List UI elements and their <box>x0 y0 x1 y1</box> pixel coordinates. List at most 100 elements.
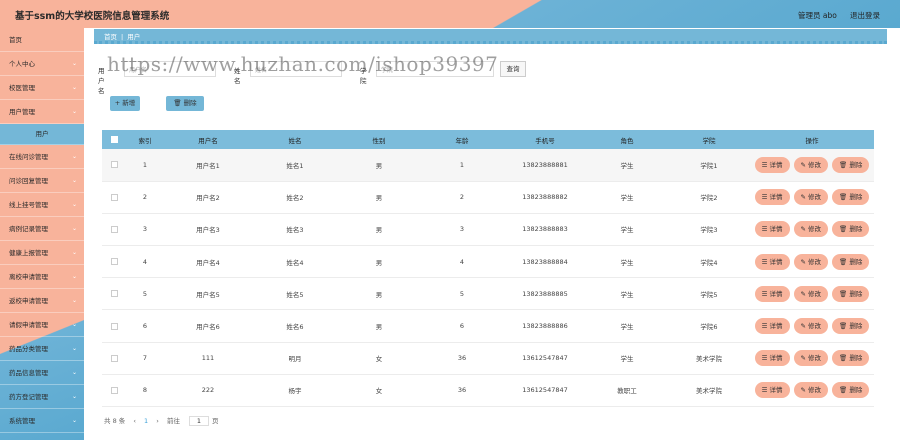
chevron-down-icon: ⌄ <box>71 369 77 376</box>
detail-button[interactable]: ☰ 详情 <box>754 156 790 173</box>
query-button[interactable]: 查询 <box>500 61 526 77</box>
sidebar-item[interactable]: 返校申请管理 ⌄ <box>0 289 84 313</box>
edit-button[interactable]: ✎ 修改 <box>793 221 829 238</box>
current-page[interactable]: 1 <box>144 417 148 425</box>
table-header-row: 索引 用户名 姓名 性别 年龄 手机号 角色 学院 操作 <box>102 130 874 149</box>
sidebar-item[interactable]: 个人中心 ⌄ <box>0 52 84 76</box>
row-select-cell[interactable] <box>102 374 126 408</box>
table-cell: 111 <box>164 342 252 375</box>
sidebar-item-label: 药方登记管理 <box>9 393 48 401</box>
delete-button[interactable]: 🗑 删除 <box>832 318 870 335</box>
delete-button[interactable]: 🗑 删除 <box>832 221 870 238</box>
breadcrumb-home[interactable]: 首页 <box>104 33 117 41</box>
delete-button[interactable]: 🗑 删除 <box>832 156 870 173</box>
goto-page-input[interactable]: 1 <box>188 416 209 426</box>
sidebar-item-label: 用户 <box>35 130 49 138</box>
sidebar-item[interactable]: 首页 <box>0 28 84 52</box>
column-header: 操作 <box>750 130 874 149</box>
sidebar-item[interactable]: 用户 <box>0 124 84 145</box>
edit-button[interactable]: ✎ 修改 <box>793 285 829 302</box>
chevron-down-icon: ⌄ <box>71 297 77 304</box>
college-search-input[interactable]: 学院 <box>376 61 494 77</box>
username-search-input[interactable]: 用户名 <box>124 61 216 77</box>
table-row[interactable]: 1 用户名1 姓名1 男 1 13823888881 学生 学院1 ☰ 详情 ✎ 修改 🗑 删除 <box>102 149 874 182</box>
table-row[interactable]: 2 用户名2 姓名2 男 2 13823888882 学生 学院2 ☰ 详情 ✎ 修改 🗑 删除 <box>102 181 874 214</box>
row-checkbox[interactable] <box>110 322 118 330</box>
column-header: 用户名 <box>164 130 252 149</box>
edit-button[interactable]: ✎ 修改 <box>793 318 829 335</box>
delete-button[interactable]: 🗑 删除 <box>832 382 870 399</box>
sidebar-item[interactable]: 问诊回复管理 ⌄ <box>0 169 84 193</box>
sidebar-item[interactable]: 用户管理 ⌄ <box>0 100 84 124</box>
sidebar-item[interactable]: 药品信息管理 ⌄ <box>0 361 84 385</box>
row-actions: ☰ 详情 ✎ 修改 🗑 删除 <box>750 374 874 408</box>
row-select-cell[interactable] <box>102 245 126 279</box>
table-row[interactable]: 8 222 杨宇女 36 13612547847 教职工 美术学院 ☰ 详情 ✎ 修改 🗑 删除 <box>102 374 874 408</box>
table-cell: 姓名2 <box>252 181 338 214</box>
row-checkbox[interactable] <box>110 354 118 362</box>
detail-button[interactable]: ☰ 详情 <box>754 318 790 335</box>
table-cell: 男 <box>338 213 420 247</box>
sidebar-item[interactable]: 药品分类管理 ⌄ <box>0 337 84 361</box>
edit-button[interactable]: ✎ 修改 <box>793 382 829 399</box>
row-checkbox[interactable] <box>110 386 118 394</box>
logout-link[interactable]: 退出登录 <box>850 10 880 21</box>
next-page-button[interactable]: › <box>156 417 159 425</box>
sidebar-item[interactable]: 健康上报管理 ⌄ <box>0 241 84 265</box>
sidebar-item[interactable]: 在线问诊管理 ⌄ <box>0 145 84 169</box>
select-all-checkbox[interactable] <box>110 136 118 143</box>
sidebar-item[interactable]: 病例记录管理 ⌄ <box>0 217 84 241</box>
edit-button[interactable]: ✎ 修改 <box>793 350 829 367</box>
row-select-cell[interactable] <box>102 213 126 247</box>
row-checkbox[interactable] <box>110 161 118 169</box>
row-checkbox[interactable] <box>110 258 118 266</box>
table-cell: 2 <box>126 181 164 214</box>
table-row[interactable]: 5 用户名5 姓名5 男 5 13823888885 学生 学院5 ☰ 详情 ✎ 修改 🗑 删除 <box>102 277 874 311</box>
table-cell: 3 <box>420 213 504 247</box>
add-button[interactable]: + 新增 <box>110 96 140 111</box>
prev-page-button[interactable]: ‹ <box>133 417 136 425</box>
sidebar-item-label: 线上挂号管理 <box>9 201 48 209</box>
row-select-cell[interactable] <box>102 181 126 214</box>
delete-button[interactable]: 🗑 删除 <box>832 285 870 302</box>
sidebar-item[interactable]: 校医管理 ⌄ <box>0 76 84 100</box>
edit-button[interactable]: ✎ 修改 <box>793 156 829 173</box>
sidebar-item[interactable]: 系统管理 ⌄ <box>0 409 84 433</box>
row-checkbox[interactable] <box>110 193 118 201</box>
row-select-cell[interactable] <box>102 149 126 182</box>
detail-button[interactable]: ☰ 详情 <box>754 285 790 302</box>
detail-button[interactable]: ☰ 详情 <box>754 221 790 238</box>
sidebar-item[interactable]: 药方登记管理 ⌄ <box>0 385 84 409</box>
table-row[interactable]: 3 用户名3 姓名3 男 3 13823888883 学生 学院3 ☰ 详情 ✎ 修改 🗑 删除 <box>102 213 874 247</box>
table-cell: 姓名5 <box>252 277 338 311</box>
delete-button[interactable]: 🗑 删除 <box>832 350 870 367</box>
detail-button[interactable]: ☰ 详情 <box>754 253 790 270</box>
table-row[interactable]: 6 用户名6 姓名6 男 6 13823888886 学生 学院6 ☰ 详情 ✎ 修改 🗑 删除 <box>102 309 874 343</box>
row-checkbox[interactable] <box>110 290 118 298</box>
table-cell: 学院5 <box>668 277 750 311</box>
sidebar-item[interactable]: 离校申请管理 ⌄ <box>0 265 84 289</box>
table-row[interactable]: 4 用户名4 姓名4 男 4 13823888884 学生 学院4 ☰ 详情 ✎ 修改 🗑 删除 <box>102 245 874 279</box>
sidebar-item[interactable]: 请假申请管理 ⌄ <box>0 313 84 337</box>
delete-button[interactable]: 🗑 删除 <box>832 189 870 206</box>
table-cell: 教职工 <box>586 374 668 408</box>
pagination: 共 8 条 ‹ 1 › 前往 1 页 <box>104 415 224 426</box>
table-row[interactable]: 7 111 明月女 36 13612547847 学生 美术学院 ☰ 详情 ✎ 修改 🗑 删除 <box>102 342 874 375</box>
sidebar-item[interactable]: 线上挂号管理 ⌄ <box>0 193 84 217</box>
row-select-cell[interactable] <box>102 309 126 343</box>
column-header: 年龄 <box>420 130 504 149</box>
chevron-down-icon: ⌄ <box>71 273 77 280</box>
row-select-cell[interactable] <box>102 342 126 375</box>
row-select-cell[interactable] <box>102 277 126 311</box>
detail-button[interactable]: ☰ 详情 <box>754 382 790 399</box>
row-checkbox[interactable] <box>110 225 118 233</box>
select-all-cell[interactable] <box>102 130 126 149</box>
detail-button[interactable]: ☰ 详情 <box>754 350 790 367</box>
name-search-input[interactable]: 姓名 <box>250 61 342 77</box>
batch-delete-button[interactable]: 🗑 删除 <box>166 96 204 111</box>
edit-button[interactable]: ✎ 修改 <box>793 189 829 206</box>
edit-button[interactable]: ✎ 修改 <box>793 253 829 270</box>
delete-button[interactable]: 🗑 删除 <box>832 253 870 270</box>
detail-button[interactable]: ☰ 详情 <box>754 189 790 206</box>
column-header: 学院 <box>668 130 750 149</box>
